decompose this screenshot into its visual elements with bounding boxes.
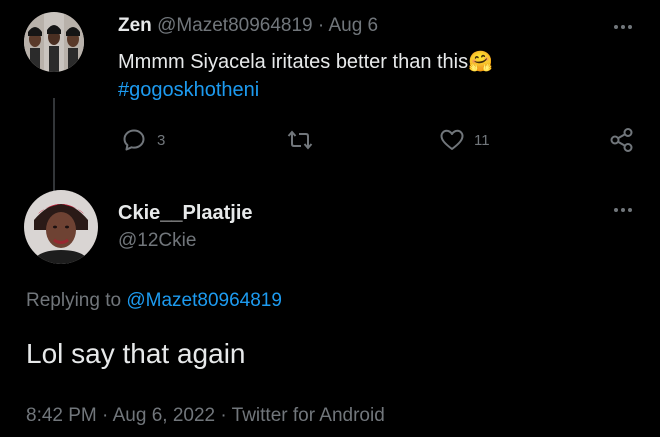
- separator-dot: ·: [220, 405, 227, 426]
- replying-to-label: Replying to: [26, 290, 122, 311]
- separator-dot: ·: [102, 405, 109, 426]
- replying-to-line: Replying to @Mazet80964819: [26, 288, 282, 314]
- tweet-source[interactable]: Twitter for Android: [232, 405, 385, 426]
- share-icon: [609, 127, 635, 153]
- avatar[interactable]: [24, 12, 84, 72]
- reply-more-options-button[interactable]: [614, 207, 634, 213]
- reply-count: 3: [157, 131, 166, 149]
- reply-tweet-text: Lol say that again: [26, 338, 246, 369]
- more-horizontal-icon: [614, 208, 618, 212]
- more-horizontal-icon: [614, 25, 618, 29]
- tweet-date[interactable]: Aug 6: [328, 15, 378, 36]
- replying-to-link[interactable]: @Mazet80964819: [126, 290, 282, 311]
- like-button[interactable]: 11: [440, 129, 490, 151]
- more-options-button[interactable]: [614, 24, 634, 30]
- like-count: 11: [474, 131, 490, 149]
- reply-display-name[interactable]: Ckie__Plaatjie: [118, 200, 253, 226]
- tweet-full-date[interactable]: Aug 6, 2022: [113, 405, 215, 426]
- heart-icon: [440, 129, 464, 151]
- retweet-button[interactable]: [287, 129, 313, 151]
- user-handle[interactable]: @Mazet80964819: [157, 15, 313, 36]
- separator-dot: ·: [317, 15, 325, 36]
- reply-button[interactable]: 3: [122, 128, 165, 152]
- display-name[interactable]: Zen: [118, 15, 152, 36]
- tweet-text: Mmmm Siyacela iritates better than this🤗…: [118, 48, 493, 104]
- reply-user-handle[interactable]: @12Ckie: [118, 228, 196, 254]
- tweet-time[interactable]: 8:42 PM: [26, 405, 97, 426]
- tweet-header: Zen @Mazet80964819 · Aug 6: [118, 14, 378, 38]
- hugging-face-emoji: 🤗: [468, 51, 494, 73]
- tweet-metadata: 8:42 PM · Aug 6, 2022 · Twitter for Andr…: [26, 403, 385, 429]
- retweet-icon: [287, 129, 313, 151]
- thread-connector-line: [53, 98, 55, 193]
- reply-bubble-icon: [122, 128, 146, 152]
- share-button[interactable]: [609, 127, 635, 153]
- hashtag-link[interactable]: #gogoskhotheni: [118, 79, 259, 101]
- tweet-body: Mmmm Siyacela iritates better than this: [118, 51, 469, 73]
- reply-avatar[interactable]: [24, 190, 98, 264]
